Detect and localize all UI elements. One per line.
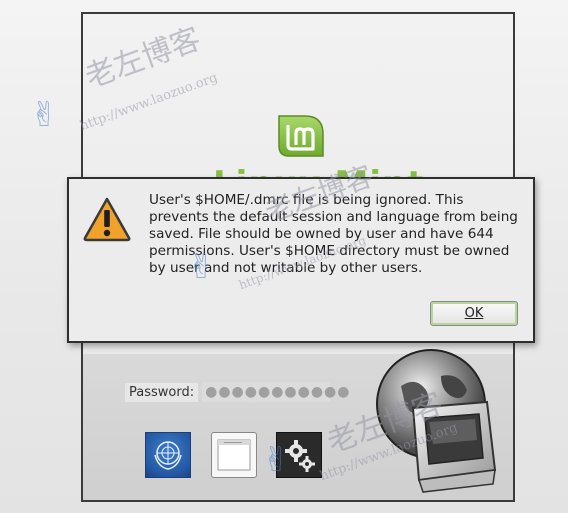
session-button[interactable] (211, 432, 257, 478)
ok-button-label: OK (464, 306, 484, 321)
warning-icon (83, 197, 131, 242)
password-input[interactable]: ●●●●●●●●●●● (202, 382, 349, 402)
language-button[interactable] (145, 432, 191, 478)
gears-icon (285, 440, 315, 472)
un-globe-icon (154, 441, 182, 470)
password-row: Password: ●●●●●●●●●●● (125, 381, 349, 403)
error-dialog: User's $HOME/.dmrc file is being ignored… (67, 159, 535, 343)
desktop: Linux Mint Password: ●●●●●●●●●●● (0, 0, 568, 513)
window-icon (217, 439, 251, 471)
mint-logo-icon (278, 115, 324, 157)
error-message: User's $HOME/.dmrc file is being ignored… (149, 192, 518, 276)
system-button[interactable] (276, 432, 322, 478)
password-label: Password: (125, 382, 199, 402)
watermark-logo-left: ✌ (30, 95, 59, 135)
ok-button[interactable]: OK (430, 301, 518, 326)
network-computer-icon (376, 349, 497, 493)
